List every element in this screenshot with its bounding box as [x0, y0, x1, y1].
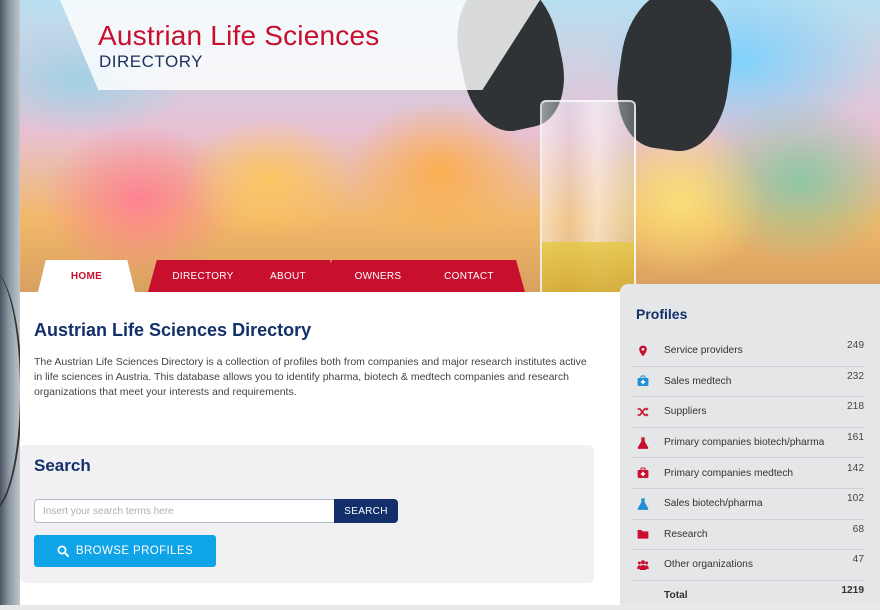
search-input[interactable]	[34, 499, 334, 523]
flask-icon	[634, 497, 652, 511]
profile-item-count: 249	[847, 340, 864, 352]
profiles-total-count: 1219	[841, 585, 864, 597]
profile-item-count: 232	[847, 370, 864, 382]
browse-profiles-label: BROWSE PROFILES	[75, 545, 194, 557]
profile-item-other-organizations[interactable]: Other organizations 47	[632, 550, 864, 581]
page: Austrian Life Sciences DIRECTORY DIRECTO…	[20, 0, 880, 605]
browse-profiles-button[interactable]: BROWSE PROFILES	[34, 535, 216, 567]
search-icon	[57, 545, 69, 557]
profiles-total-row: Total 1219	[632, 581, 864, 610]
flask-icon	[634, 436, 652, 450]
medkit-icon	[634, 374, 652, 388]
profile-item-count: 68	[852, 523, 864, 535]
profile-item-count: 102	[847, 493, 864, 505]
tab-about[interactable]: ABOUT	[238, 260, 338, 292]
profile-item-sales-medtech[interactable]: Sales medtech 232	[632, 367, 864, 398]
intro-text: The Austrian Life Sciences Directory is …	[34, 356, 587, 398]
profile-item-sales-biotech-pharma[interactable]: Sales biotech/pharma 102	[632, 489, 864, 520]
profile-item-label: Research	[664, 528, 708, 540]
profiles-total-label: Total	[664, 590, 688, 602]
users-icon	[634, 558, 652, 572]
profile-item-label: Primary companies biotech/pharma	[664, 437, 825, 449]
profile-item-primary-medtech[interactable]: Primary companies medtech 142	[632, 458, 864, 489]
profile-item-label: Sales medtech	[664, 375, 732, 387]
profile-item-primary-biotech-pharma[interactable]: Primary companies biotech/pharma 161	[632, 428, 864, 459]
profile-item-label: Other organizations	[664, 559, 753, 571]
profile-item-label: Service providers	[664, 345, 743, 357]
main-nav: DIRECTORY ABOUT OWNERS CONTACT HOME	[38, 260, 558, 292]
first-aid-icon	[634, 466, 652, 480]
profile-item-count: 142	[847, 462, 864, 474]
profile-item-count: 161	[847, 432, 864, 444]
page-title: Austrian Life Sciences Directory	[34, 320, 312, 340]
profile-item-label: Primary companies medtech	[664, 467, 794, 479]
tab-home[interactable]: HOME	[38, 260, 135, 292]
profiles-panel: Profiles Service providers 249 Sales med…	[620, 284, 880, 605]
tab-contact[interactable]: CONTACT	[413, 260, 525, 292]
search-title: Search	[34, 456, 91, 475]
map-marker-icon	[634, 344, 652, 358]
search-button[interactable]: SEARCH	[334, 499, 398, 523]
logo-subtitle[interactable]: DIRECTORY	[99, 52, 203, 72]
shuffle-icon	[634, 405, 652, 419]
profile-item-research[interactable]: Research 68	[632, 520, 864, 551]
profile-item-label: Sales biotech/pharma	[664, 498, 763, 510]
profile-item-service-providers[interactable]: Service providers 249	[632, 336, 864, 367]
profiles-list: Service providers 249 Sales medtech 232 …	[632, 336, 864, 610]
folder-icon	[634, 527, 652, 541]
profile-item-count: 47	[852, 554, 864, 566]
profiles-title: Profiles	[636, 306, 688, 322]
profile-item-count: 218	[847, 401, 864, 413]
logo-title[interactable]: Austrian Life Sciences	[98, 20, 379, 52]
hero-banner: Austrian Life Sciences DIRECTORY	[20, 0, 880, 292]
profile-item-suppliers[interactable]: Suppliers 218	[632, 397, 864, 428]
profile-item-label: Suppliers	[664, 406, 707, 418]
